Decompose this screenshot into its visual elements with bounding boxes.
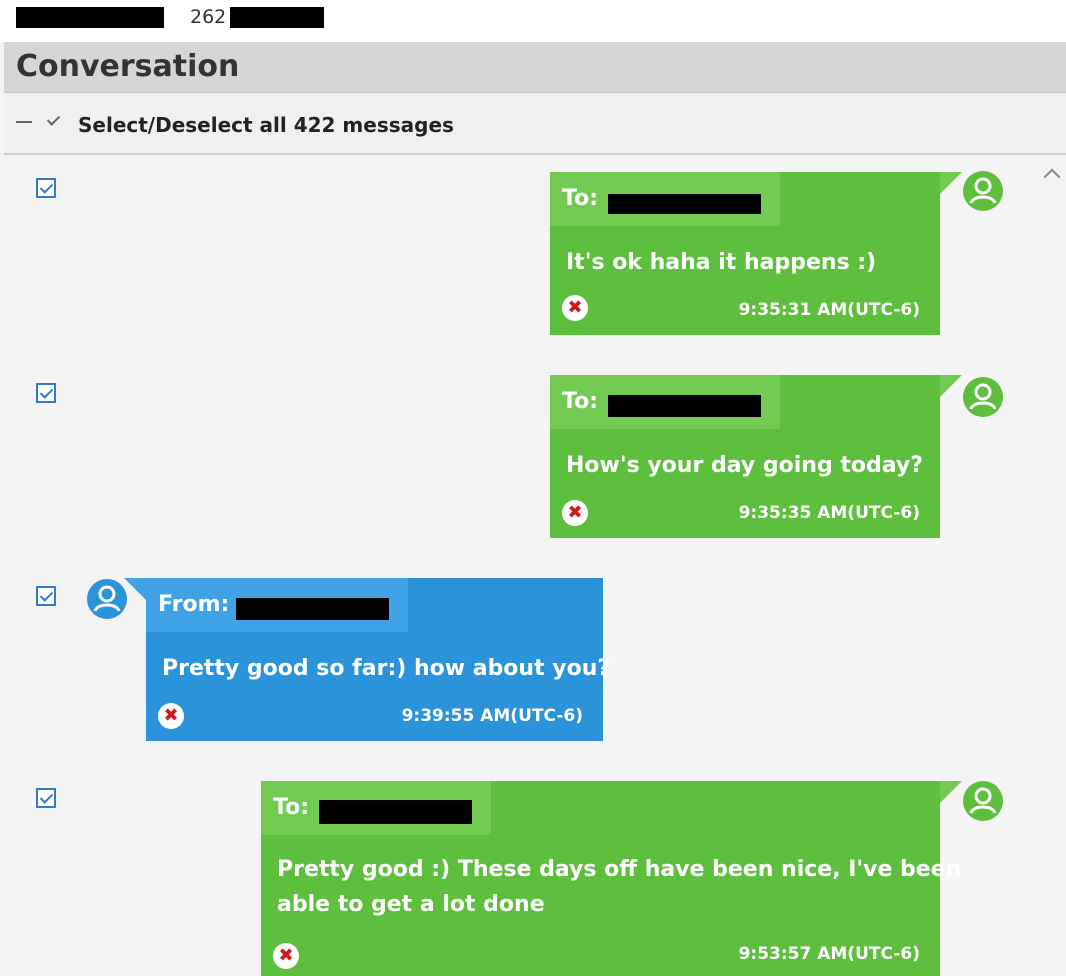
message-bubble-outgoing: To: How's your day going today? ✖ 9:35:3… [550, 375, 962, 538]
select-all-bar[interactable]: Select/Deselect all 422 messages [4, 93, 1066, 155]
message-timestamp: 9:35:31 AM(UTC-6) [738, 300, 920, 320]
redacted-number-block [230, 7, 324, 28]
message-text-line-1: Pretty good :) These days off have been … [277, 857, 962, 882]
phone-number-prefix: 262 [190, 6, 227, 28]
user-avatar-icon [963, 781, 1003, 821]
recipient-label: To: [562, 389, 598, 414]
redacted-recipient [608, 194, 761, 214]
conversation-header: Conversation [4, 42, 1066, 93]
recipient-label: To: [562, 186, 598, 211]
x-circle-icon[interactable]: ✖ [562, 500, 588, 526]
message-checkbox[interactable] [36, 586, 56, 606]
user-avatar-icon [87, 579, 127, 619]
recipient-label: To: [273, 795, 309, 820]
page-title: Conversation [16, 49, 240, 84]
redacted-recipient [319, 800, 472, 824]
redacted-recipient [608, 395, 761, 417]
message-timestamp: 9:39:55 AM(UTC-6) [401, 706, 583, 726]
message-text: How's your day going today? [566, 453, 924, 478]
message-checkbox[interactable] [36, 383, 56, 403]
x-circle-icon[interactable]: ✖ [273, 943, 299, 969]
message-bubble-outgoing: To: It's ok haha it happens :) ✖ 9:35:31… [550, 172, 962, 335]
x-circle-icon[interactable]: ✖ [158, 703, 184, 729]
message-checkbox[interactable] [36, 178, 56, 198]
redacted-sender [236, 598, 389, 620]
bubble-tail [940, 375, 962, 397]
redacted-name-block [16, 7, 164, 28]
message-text-line-2: able to get a lot done [277, 892, 545, 917]
message-timestamp: 9:35:35 AM(UTC-6) [738, 503, 920, 523]
message-checkbox[interactable] [36, 788, 56, 808]
sender-label: From: [158, 592, 230, 617]
x-circle-icon[interactable]: ✖ [562, 295, 588, 321]
top-bar: 262 [0, 0, 1066, 42]
collapse-icon[interactable] [16, 121, 32, 123]
message-timestamp: 9:53:57 AM(UTC-6) [738, 944, 920, 964]
message-text: It's ok haha it happens :) [566, 250, 877, 275]
message-bubble-outgoing: To: Pretty good :) These days off have b… [261, 781, 962, 976]
bubble-tail [940, 172, 962, 194]
message-text: Pretty good so far:) how about you? [162, 656, 611, 681]
check-icon[interactable] [46, 112, 61, 126]
message-header: To: [550, 172, 780, 226]
message-header: To: [550, 375, 780, 429]
bubble-tail [124, 578, 146, 600]
chevron-up-icon[interactable] [1043, 168, 1061, 186]
message-header: From: [146, 578, 408, 632]
message-bubble-incoming: From: Pretty good so far:) how about you… [124, 578, 610, 741]
user-avatar-icon [963, 377, 1003, 417]
message-header: To: [261, 781, 491, 835]
user-avatar-icon [963, 171, 1003, 211]
select-all-label[interactable]: Select/Deselect all 422 messages [78, 113, 454, 137]
bubble-tail [940, 781, 962, 803]
